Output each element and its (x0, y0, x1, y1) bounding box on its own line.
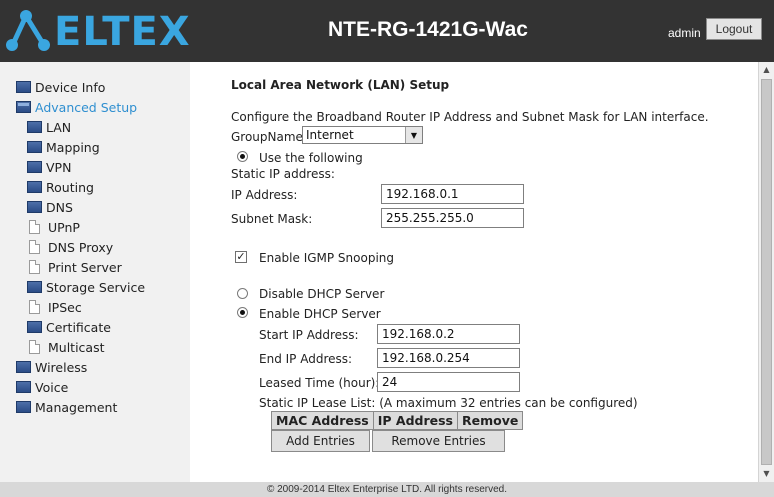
scroll-down-icon[interactable]: ▼ (759, 466, 774, 481)
column-header-ip: IP Address (372, 411, 459, 430)
sidebar-item-label: Routing (46, 179, 94, 195)
footer: © 2009-2014 Eltex Enterprise LTD. All ri… (0, 482, 774, 497)
document-icon (29, 220, 40, 234)
enable-dhcp-radio[interactable] (237, 307, 248, 318)
sidebar-item-lan[interactable]: LAN (27, 118, 71, 136)
document-icon (29, 260, 40, 274)
sidebar-item-label: Voice (35, 379, 69, 395)
lease-list-label: Static IP Lease List: (A maximum 32 entr… (259, 396, 638, 410)
logo-wordmark: ELTEX (54, 9, 191, 55)
sidebar-item-label: LAN (46, 119, 72, 135)
eltex-logo-icon (6, 10, 50, 51)
sidebar-item-label: IPSec (48, 299, 82, 315)
folder-open-icon (16, 101, 31, 113)
sidebar-item-upnp[interactable]: UPnP (27, 218, 80, 236)
sidebar-item-label: DNS Proxy (48, 239, 114, 255)
group-name-value: Internet (306, 128, 354, 142)
column-header-remove: Remove (456, 411, 524, 430)
main-content: Local Area Network (LAN) Setup Configure… (190, 62, 758, 482)
eltex-logo: ELTEX (4, 6, 200, 56)
document-icon (29, 240, 40, 254)
vertical-scrollbar[interactable]: ▲ ▼ (758, 62, 774, 482)
sidebar-item-dns-proxy[interactable]: DNS Proxy (27, 238, 113, 256)
scroll-up-icon[interactable]: ▲ (759, 62, 774, 77)
enable-dhcp-label: Enable DHCP Server (259, 307, 381, 321)
folder-icon (16, 401, 31, 413)
folder-icon (27, 121, 42, 133)
sidebar-item-voice[interactable]: Voice (16, 378, 68, 396)
logout-button[interactable]: Logout (706, 18, 762, 40)
document-icon (29, 340, 40, 354)
folder-icon (27, 161, 42, 173)
sidebar-item-label: Storage Service (46, 279, 146, 295)
folder-icon (27, 141, 42, 153)
sidebar-item-management[interactable]: Management (16, 398, 117, 416)
end-ip-label: End IP Address: (259, 352, 353, 366)
user-name: admin (668, 26, 701, 40)
start-ip-input[interactable]: 192.168.0.2 (377, 324, 520, 344)
sidebar-item-label: Mapping (46, 139, 100, 155)
igmp-snooping-checkbox[interactable]: ✓ (235, 251, 247, 263)
sidebar-item-label: Wireless (35, 359, 88, 375)
add-entries-button[interactable]: Add Entries (271, 430, 370, 452)
sidebar-item-device-info[interactable]: Device Info (16, 78, 105, 96)
copyright-text: © 2009-2014 Eltex Enterprise LTD. All ri… (266, 484, 508, 495)
sidebar-item-label: VPN (46, 159, 72, 175)
page-title: Local Area Network (LAN) Setup (231, 78, 450, 92)
sidebar-item-routing[interactable]: Routing (27, 178, 94, 196)
sidebar-item-label: DNS (46, 199, 73, 215)
ip-address-label: IP Address: (231, 188, 298, 202)
subnet-mask-label: Subnet Mask: (231, 212, 313, 226)
group-name-label: GroupName (231, 130, 303, 144)
sidebar-item-label: Management (35, 399, 118, 415)
folder-icon (27, 201, 42, 213)
ip-address-input[interactable]: 192.168.0.1 (381, 184, 524, 204)
start-ip-label: Start IP Address: (259, 328, 359, 342)
sidebar-item-label: Device Info (35, 79, 106, 95)
lease-time-label: Leased Time (hour): (259, 376, 380, 390)
sidebar-item-label: Multicast (48, 339, 105, 355)
sidebar-item-label: Print Server (48, 259, 122, 275)
table-header-row: MAC Address IP Address Remove (271, 411, 524, 430)
igmp-snooping-label: Enable IGMP Snooping (259, 251, 395, 265)
subnet-mask-input[interactable]: 255.255.255.0 (381, 208, 524, 228)
folder-icon (27, 181, 42, 193)
static-ip-label: Static IP address: (231, 167, 335, 181)
remove-entries-button[interactable]: Remove Entries (372, 430, 505, 452)
sidebar-item-vpn[interactable]: VPN (27, 158, 71, 176)
use-following-label: Use the following (259, 151, 363, 165)
disable-dhcp-radio[interactable] (237, 288, 248, 299)
sidebar-item-advanced-setup[interactable]: Advanced Setup (16, 98, 137, 116)
folder-icon (16, 361, 31, 373)
folder-icon (27, 281, 42, 293)
lease-list-table: MAC Address IP Address Remove (271, 411, 524, 430)
column-header-mac: MAC Address (271, 411, 374, 430)
sidebar-item-storage-service[interactable]: Storage Service (27, 278, 145, 296)
scroll-thumb[interactable] (761, 79, 772, 465)
group-name-select[interactable]: Internet ▼ (302, 126, 423, 144)
folder-icon (27, 321, 42, 333)
header: ELTEX NTE-RG-1421G-Wac admin Logout (0, 0, 774, 62)
sidebar-item-label: Advanced Setup (35, 99, 138, 115)
sidebar-item-wireless[interactable]: Wireless (16, 358, 87, 376)
document-icon (29, 300, 40, 314)
sidebar-item-multicast[interactable]: Multicast (27, 338, 105, 356)
end-ip-input[interactable]: 192.168.0.254 (377, 348, 520, 368)
folder-icon (16, 381, 31, 393)
sidebar: Device Info Advanced Setup LAN Mapping V… (0, 62, 190, 482)
page-description: Configure the Broadband Router IP Addres… (231, 110, 709, 124)
dropdown-arrow-icon: ▼ (405, 127, 422, 143)
use-following-radio[interactable] (237, 151, 248, 162)
sidebar-item-print-server[interactable]: Print Server (27, 258, 122, 276)
lease-time-input[interactable]: 24 (377, 372, 520, 392)
device-title: NTE-RG-1421G-Wac (328, 18, 528, 41)
sidebar-item-label: UPnP (48, 219, 80, 235)
sidebar-item-label: Certificate (46, 319, 111, 335)
sidebar-item-ipsec[interactable]: IPSec (27, 298, 82, 316)
sidebar-item-dns[interactable]: DNS (27, 198, 73, 216)
sidebar-item-mapping[interactable]: Mapping (27, 138, 100, 156)
folder-icon (16, 81, 31, 93)
disable-dhcp-label: Disable DHCP Server (259, 287, 385, 301)
sidebar-item-certificate[interactable]: Certificate (27, 318, 111, 336)
